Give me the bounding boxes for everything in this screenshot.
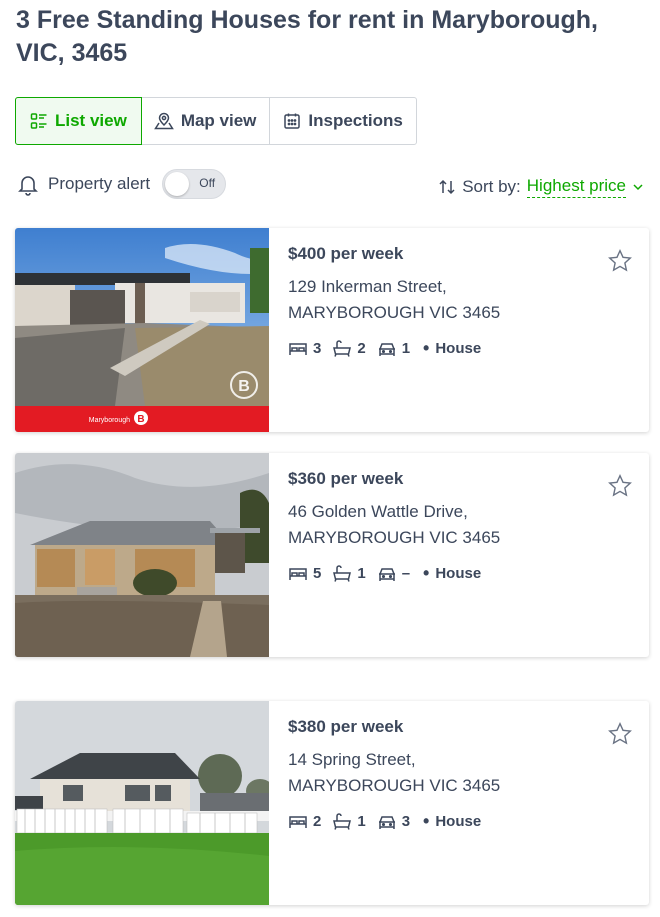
property-alert: Property alert Off <box>16 169 227 199</box>
svg-text:B: B <box>137 414 144 425</box>
bath-count: 1 <box>357 813 366 830</box>
listing-card[interactable]: B Maryborough B $400 per week 129 Inkerm… <box>15 228 649 432</box>
car-icon <box>378 342 395 356</box>
sort-control[interactable]: Sort by: Highest price <box>438 176 644 198</box>
star-icon[interactable] <box>607 248 633 274</box>
bath-icon <box>333 564 352 582</box>
listing-photo[interactable]: B Maryborough B <box>15 228 269 432</box>
listing-details: $360 per week 46 Golden Wattle Drive, MA… <box>288 467 500 584</box>
listing-features: 5 1 – • House <box>288 563 500 584</box>
bed-count: 5 <box>313 565 322 582</box>
listing-price: $360 per week <box>288 469 404 488</box>
address-street: 46 Golden Wattle Drive, <box>288 502 468 521</box>
listing-address[interactable]: 129 Inkerman Street, MARYBOROUGH VIC 346… <box>288 274 500 326</box>
bath-count: 2 <box>357 340 366 357</box>
list-icon <box>30 113 47 129</box>
listing-card[interactable]: $380 per week 14 Spring Street, MARYBORO… <box>15 701 649 905</box>
address-street: 14 Spring Street, <box>288 750 416 769</box>
sort-icon <box>439 179 455 195</box>
toggle-state: Off <box>199 176 216 190</box>
bed-count: 2 <box>313 813 322 830</box>
address-suburb: MARYBOROUGH VIC 3465 <box>288 303 501 322</box>
bed-icon <box>289 815 307 828</box>
property-type: House <box>435 340 482 357</box>
bed-icon <box>289 342 307 355</box>
listing-address[interactable]: 14 Spring Street, MARYBOROUGH VIC 3465 <box>288 747 500 799</box>
list-view-button[interactable]: List view <box>15 97 142 145</box>
calendar-icon <box>284 113 301 129</box>
separator-dot: • <box>423 811 430 831</box>
parking-count: – <box>401 565 411 582</box>
star-icon[interactable] <box>607 721 633 747</box>
bed-icon <box>289 567 307 580</box>
sort-label: Sort by: <box>462 177 521 196</box>
property-type: House <box>435 813 482 830</box>
property-type: House <box>435 565 482 582</box>
inspections-label: Inspections <box>308 111 403 130</box>
inspections-button[interactable]: Inspections <box>270 98 415 144</box>
map-view-label: Map view <box>180 111 257 130</box>
listing-details: $380 per week 14 Spring Street, MARYBORO… <box>288 715 500 832</box>
sort-value[interactable]: Highest price <box>526 176 626 198</box>
toggle-knob <box>165 172 190 196</box>
bath-icon <box>333 339 352 357</box>
bath-count: 1 <box>357 565 366 582</box>
star-icon[interactable] <box>607 473 633 499</box>
svg-text:B: B <box>238 378 250 395</box>
agency-banner-text: Maryborough <box>89 417 130 424</box>
address-street: 129 Inkerman Street, <box>288 277 447 296</box>
address-suburb: MARYBOROUGH VIC 3465 <box>288 528 501 547</box>
car-icon <box>378 815 395 829</box>
listing-card[interactable]: $360 per week 46 Golden Wattle Drive, MA… <box>15 453 649 657</box>
listing-price: $400 per week <box>288 244 404 263</box>
address-suburb: MARYBOROUGH VIC 3465 <box>288 776 501 795</box>
page-title: 3 Free Standing Houses for rent in Maryb… <box>16 6 599 67</box>
map-view-button[interactable]: Map view <box>141 98 271 144</box>
listing-features: 3 2 1 • House <box>288 338 500 359</box>
separator-dot: • <box>423 338 430 358</box>
car-icon <box>378 567 395 581</box>
listing-price: $380 per week <box>288 717 404 736</box>
map-pin-icon <box>153 112 174 130</box>
chevron-down-icon <box>633 184 643 191</box>
view-switcher: List view Map view Inspections <box>15 97 417 145</box>
property-alert-toggle[interactable]: Off <box>162 169 227 199</box>
separator-dot: • <box>423 563 430 583</box>
bed-count: 3 <box>313 340 322 357</box>
listing-features: 2 1 3 • House <box>288 811 500 832</box>
property-alert-label: Property alert <box>48 174 151 193</box>
bell-icon <box>18 176 38 196</box>
bath-icon <box>333 812 352 830</box>
list-view-label: List view <box>55 111 127 130</box>
parking-count: 3 <box>401 813 411 830</box>
listing-address[interactable]: 46 Golden Wattle Drive, MARYBOROUGH VIC … <box>288 499 500 551</box>
listing-details: $400 per week 129 Inkerman Street, MARYB… <box>288 242 500 359</box>
parking-count: 1 <box>401 340 411 357</box>
listing-photo[interactable] <box>15 701 269 905</box>
listing-photo[interactable] <box>15 453 269 657</box>
